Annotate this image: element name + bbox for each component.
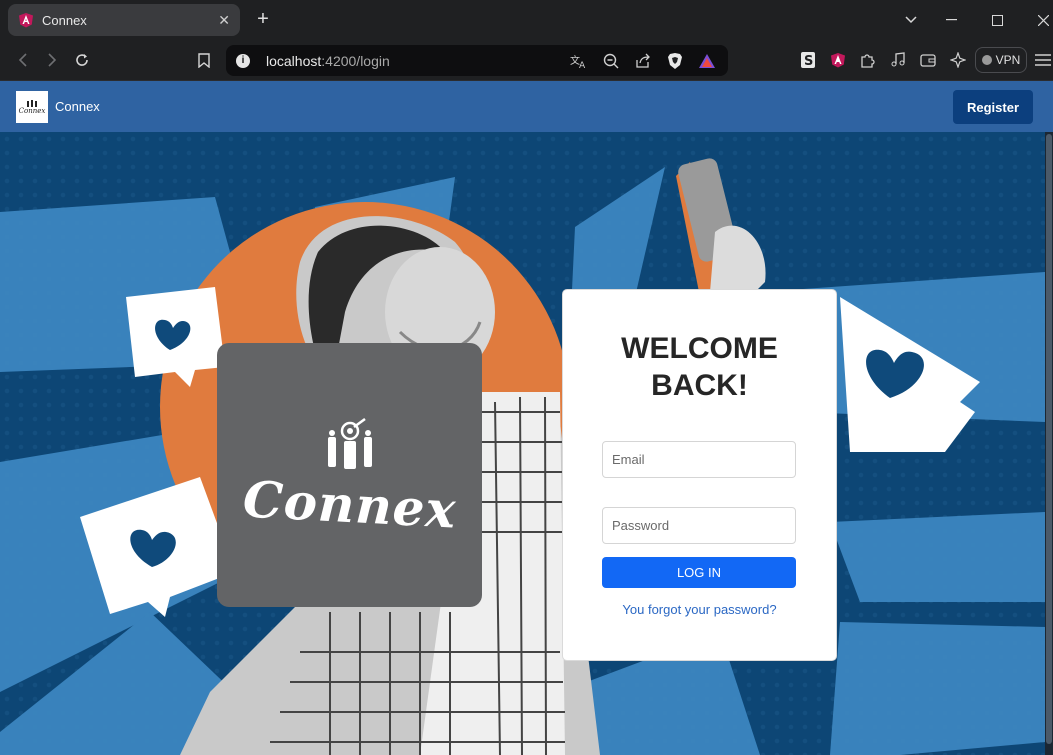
- people-target-icon: [27, 99, 37, 107]
- back-icon[interactable]: [12, 49, 34, 71]
- register-button[interactable]: Register: [953, 90, 1033, 124]
- brand-name[interactable]: Connex: [55, 99, 100, 114]
- connex-logo-card: Connex: [217, 343, 482, 607]
- angular-favicon-icon: [18, 12, 34, 28]
- browser-tab[interactable]: Connex ✕: [8, 4, 240, 36]
- brand-logo[interactable]: Connex: [16, 90, 48, 123]
- translate-icon[interactable]: 文A: [568, 50, 590, 72]
- forgot-password-link[interactable]: You forgot your password?: [563, 602, 836, 617]
- site-info-icon[interactable]: i: [236, 53, 250, 68]
- wallet-icon[interactable]: [918, 50, 938, 70]
- media-music-icon[interactable]: [888, 50, 908, 70]
- brave-shields-icon[interactable]: [664, 50, 686, 72]
- svg-text:A: A: [579, 61, 586, 69]
- vpn-status-icon: [981, 55, 992, 65]
- page-viewport: Connex Connex Register Connex WELCOME BA…: [0, 81, 1053, 755]
- brave-rewards-icon[interactable]: [696, 50, 718, 72]
- login-card: WELCOME BACK! LOG IN You forgot your pas…: [563, 290, 836, 660]
- email-field[interactable]: [602, 441, 796, 478]
- close-tab-icon[interactable]: ✕: [218, 12, 230, 29]
- forward-icon[interactable]: [41, 49, 63, 71]
- hero-illustration: [0, 132, 1053, 755]
- vpn-label: VPN: [995, 53, 1021, 67]
- svg-text:S: S: [804, 54, 813, 68]
- connex-logo-title: Connex: [241, 468, 458, 540]
- share-icon[interactable]: [632, 50, 654, 72]
- extensions-puzzle-icon[interactable]: [858, 50, 878, 70]
- brand-logo-text: Connex: [18, 106, 46, 115]
- leo-ai-icon[interactable]: [948, 50, 968, 70]
- browser-toolbar: i localhost:4200/login 文A S VPN: [0, 40, 1053, 81]
- welcome-heading: WELCOME BACK!: [563, 330, 836, 404]
- minimize-icon[interactable]: [941, 10, 961, 30]
- close-window-icon[interactable]: [1033, 10, 1053, 30]
- angular-devtools-icon[interactable]: [828, 50, 848, 70]
- team-target-icon: [327, 417, 372, 469]
- zoom-out-icon[interactable]: [600, 50, 622, 72]
- page-scrollbar[interactable]: [1045, 132, 1053, 755]
- hero-background: Connex WELCOME BACK! LOG IN You forgot y…: [0, 132, 1053, 755]
- vpn-button[interactable]: VPN: [975, 47, 1027, 73]
- address-bar[interactable]: i localhost:4200/login 文A: [226, 45, 728, 76]
- app-header: Connex Connex Register: [0, 81, 1053, 132]
- password-field[interactable]: [602, 507, 796, 544]
- new-tab-button[interactable]: +: [253, 8, 273, 32]
- reload-icon[interactable]: [71, 49, 93, 71]
- s-extension-icon[interactable]: S: [798, 50, 818, 70]
- menu-hamburger-icon[interactable]: [1033, 50, 1053, 70]
- welcome-heading-line1: WELCOME: [621, 332, 778, 365]
- tab-search-chevron-icon[interactable]: [901, 10, 921, 30]
- maximize-icon[interactable]: [987, 10, 1007, 30]
- bookmark-icon[interactable]: [193, 49, 215, 71]
- url-text: localhost:4200/login: [266, 52, 390, 69]
- tab-title: Connex: [42, 12, 87, 28]
- login-button[interactable]: LOG IN: [602, 557, 796, 588]
- welcome-heading-line2: BACK!: [651, 369, 748, 402]
- browser-tab-bar: Connex ✕ +: [0, 0, 1053, 40]
- scrollbar-thumb[interactable]: [1046, 134, 1052, 744]
